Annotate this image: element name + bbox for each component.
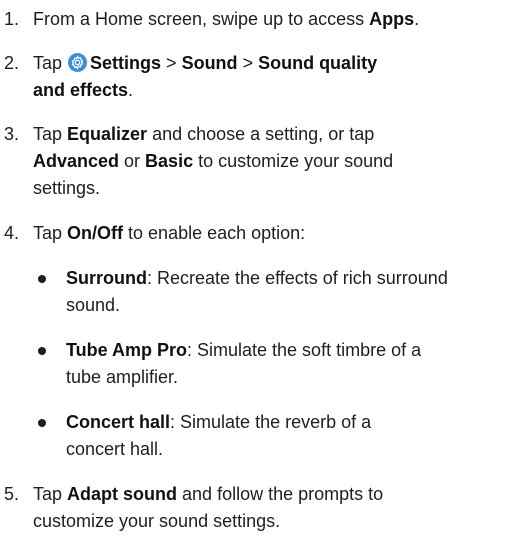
- option-name: Concert hall: [66, 412, 171, 432]
- ui-term-adapt-sound: Adapt sound: [67, 484, 178, 504]
- instructions-page: 1. From a Home screen, swipe up to acces…: [0, 0, 519, 537]
- option-name: Surround: [66, 268, 147, 288]
- step-text-part: customize your sound settings.: [33, 511, 281, 531]
- ui-term-settings: Settings: [90, 53, 162, 73]
- step-text-part: .: [414, 9, 420, 29]
- step-text-part: to customize your sound: [193, 151, 394, 171]
- ui-term-advanced: Advanced: [33, 151, 120, 171]
- option-desc: : Recreate the effects of rich surround: [147, 268, 448, 288]
- step-text-part: >: [161, 53, 182, 73]
- step-number: 5.: [4, 484, 20, 504]
- step-text-part: Tap: [33, 223, 68, 243]
- ui-term-apps: Apps: [369, 9, 415, 29]
- bullet-icon: [38, 275, 46, 283]
- step-number: 1.: [4, 9, 20, 29]
- ui-term-equalizer: Equalizer: [67, 124, 148, 144]
- step-text: Tap Equalizer and choose a setting, or t…: [33, 121, 513, 202]
- step-text-part: or: [119, 151, 146, 171]
- step-text-part: From a Home screen, swipe up to access: [33, 9, 370, 29]
- bullet-icon: [38, 347, 46, 355]
- option-desc: : Simulate the reverb of a: [170, 412, 372, 432]
- option-name: Tube Amp Pro: [66, 340, 187, 360]
- option-text: Tube Amp Pro: Simulate the soft timbre o…: [66, 337, 516, 391]
- option-desc: : Simulate the soft timbre of a: [187, 340, 422, 360]
- step-text-part: and follow the prompts to: [177, 484, 384, 504]
- option-text: Surround: Recreate the effects of rich s…: [66, 265, 516, 319]
- step-text-part: .: [128, 80, 134, 100]
- step-text-part: Tap: [33, 124, 68, 144]
- step-text-part: and choose a setting, or tap: [147, 124, 375, 144]
- option-text: Concert hall: Simulate the reverb of a co…: [66, 409, 516, 463]
- step-text: From a Home screen, swipe up to access A…: [33, 6, 513, 33]
- step-text-part: >: [237, 53, 259, 73]
- bullet-icon: [38, 419, 46, 427]
- option-desc: sound.: [66, 295, 121, 315]
- step-text: Tap Adapt sound and follow the prompts t…: [33, 481, 513, 535]
- ui-term-sound: Sound: [181, 53, 238, 73]
- step-text-part: Tap: [33, 484, 68, 504]
- step-number: 3.: [4, 124, 20, 144]
- option-desc: tube amplifier.: [66, 367, 179, 387]
- step-text-part: Tap: [33, 53, 68, 73]
- ui-term-basic: Basic: [145, 151, 194, 171]
- ui-term-and-effects: and effects: [33, 80, 129, 100]
- step-text-part: to enable each option:: [123, 223, 306, 243]
- option-desc: concert hall.: [66, 439, 164, 459]
- step-text-part: settings.: [33, 178, 101, 198]
- step-text: Tap Settings > Sound > Sound quality and …: [33, 50, 513, 104]
- settings-gear-icon: [68, 53, 88, 72]
- step-text: Tap On/Off to enable each option:: [33, 220, 513, 247]
- step-number: 4.: [4, 223, 20, 243]
- ui-term-sound-quality: Sound quality: [258, 53, 378, 73]
- step-number: 2.: [4, 53, 20, 73]
- ui-term-on-off: On/Off: [67, 223, 124, 243]
